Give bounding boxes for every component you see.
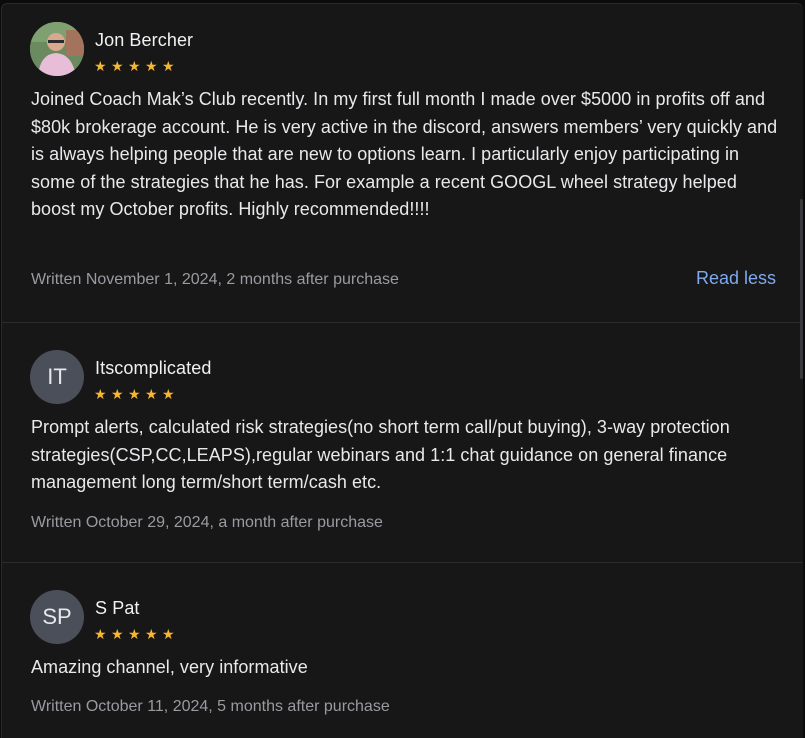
review-card: Jon Bercher ★ ★ ★ ★ ★ Joined Coach Mak’s… [2, 4, 803, 323]
star-icon: ★ [162, 58, 175, 74]
reviews-panel: Jon Bercher ★ ★ ★ ★ ★ Joined Coach Mak’s… [1, 3, 803, 738]
star-icon: ★ [111, 58, 124, 74]
star-icon: ★ [94, 626, 107, 642]
written-date: Written October 29, 2024, a month after … [31, 514, 383, 531]
reviewer-name[interactable]: Itscomplicated [95, 358, 211, 379]
scrollbar[interactable] [800, 199, 803, 379]
review-text: Joined Coach Mak’s Club recently. In my … [31, 89, 778, 219]
avatar[interactable] [30, 22, 84, 76]
star-icon: ★ [145, 386, 158, 402]
avatar-photo [30, 22, 84, 76]
star-icon: ★ [162, 386, 175, 402]
rating-stars: ★ ★ ★ ★ ★ [94, 59, 176, 73]
avatar[interactable]: IT [30, 350, 84, 404]
avatar[interactable]: SP [30, 590, 84, 644]
star-icon: ★ [128, 626, 141, 642]
star-icon: ★ [128, 58, 141, 74]
written-date: Written November 1, 2024, 2 months after… [31, 271, 399, 288]
review-text: Amazing channel, very informative [31, 657, 308, 677]
review-card: IT Itscomplicated ★ ★ ★ ★ ★ Prompt alert… [2, 322, 803, 563]
read-less-link[interactable]: Read less [696, 268, 776, 289]
star-icon: ★ [162, 626, 175, 642]
rating-stars: ★ ★ ★ ★ ★ [94, 387, 176, 401]
star-icon: ★ [145, 58, 158, 74]
star-icon: ★ [145, 626, 158, 642]
star-icon: ★ [111, 386, 124, 402]
written-date: Written October 11, 2024, 5 months after… [31, 698, 390, 715]
star-icon: ★ [94, 386, 107, 402]
reviewer-name[interactable]: S Pat [95, 598, 140, 619]
review-text: Prompt alerts, calculated risk strategie… [31, 417, 730, 492]
reviewer-name[interactable]: Jon Bercher [95, 30, 193, 51]
rating-stars: ★ ★ ★ ★ ★ [94, 627, 176, 641]
star-icon: ★ [111, 626, 124, 642]
star-icon: ★ [128, 386, 141, 402]
star-icon: ★ [94, 58, 107, 74]
review-card: SP S Pat ★ ★ ★ ★ ★ Amazing channel, very… [2, 562, 803, 738]
